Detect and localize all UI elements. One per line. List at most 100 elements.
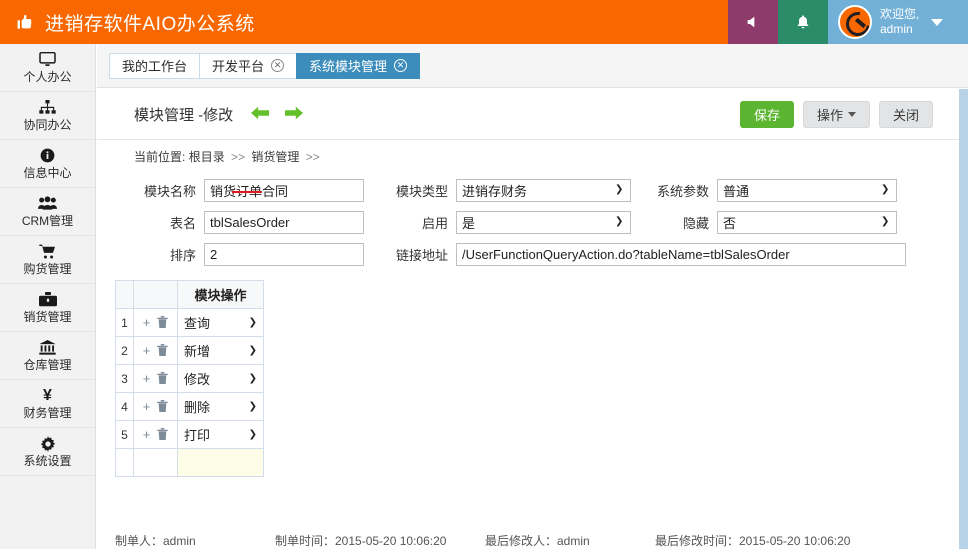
delete-row-icon[interactable] [157,399,168,414]
welcome-line-1: 欢迎您, [880,7,920,21]
operation-select[interactable]: 打印 ❯ [178,421,263,448]
strikethrough-mark [232,190,262,193]
vertical-scrollbar[interactable] [959,89,968,549]
table-row[interactable]: 4 + 删除 ❯ [115,392,264,421]
field-label: 表名 [169,215,196,231]
bell-icon [797,15,809,29]
delete-row-icon[interactable] [157,427,168,442]
operation-select[interactable]: 删除 ❯ [178,393,263,420]
tab-label: 我的工作台 [122,59,188,74]
tab-my-workbench[interactable]: 我的工作台 [109,52,201,79]
user-menu[interactable]: 欢迎您, admin [828,0,968,44]
create-time-text: 制单时间：2015-05-20 10:06:20 [275,534,447,548]
delete-row-icon[interactable] [157,371,168,386]
row-operation-cell[interactable]: 查询 ❯ [177,308,264,337]
add-row-icon[interactable]: + [143,316,151,329]
module-name-input[interactable]: 销货订单合同 [204,178,364,202]
chevron-down-icon[interactable] [931,18,944,26]
operation-select[interactable]: 新增 ❯ [178,337,263,364]
field-table-name: 表名 tblSalesOrder [97,210,364,234]
field-label: 模块名称 [143,183,196,199]
modify-time-text: 最后修改时间：2015-05-20 10:06:20 [655,534,851,548]
row-actions: + [133,392,178,421]
table-row[interactable]: 1 + 查询 ❯ [115,308,264,337]
sidebar-item-personal-office[interactable]: 个人办公 [0,44,95,92]
sidebar-item-collaborative-office[interactable]: 协同办公 [0,92,95,140]
page-title: 模块管理 -修改 [134,106,234,124]
field-label: 模块类型 [395,183,448,199]
column-header-actions [133,280,178,309]
close-icon[interactable]: ✕ [394,59,408,72]
hidden-select[interactable]: 否 ❯ [717,210,897,234]
thumbs-up-icon [14,11,36,33]
record-navigation [251,105,304,123]
table-name-value: tblSalesOrder [210,214,290,230]
add-row-icon[interactable]: + [143,428,151,441]
add-row-icon[interactable]: + [143,344,151,357]
yen-icon: ¥ [43,386,52,404]
form-row-1: 模块名称 销货订单合同 模块类型 进销存财务 ❯ 系统参数 普通 ❯ [97,176,959,204]
operation-value: 修改 [184,372,211,387]
chevron-down-icon: ❯ [248,345,257,356]
row-operation-cell[interactable]: 新增 ❯ [177,336,264,365]
new-operation-cell[interactable] [177,448,264,477]
table-row[interactable]: 3 + 修改 ❯ [115,364,264,393]
add-row-icon[interactable]: + [143,372,151,385]
sidebar-item-info-center[interactable]: 信息中心 [0,140,95,188]
operation-select[interactable]: 查询 ❯ [178,309,263,336]
column-header-index [115,280,134,309]
speaker-icon-button[interactable] [728,0,778,44]
brand-area: 进销存软件AIO办公系统 [0,0,728,44]
table-name-input[interactable]: tblSalesOrder [204,210,364,234]
field-label: 启用 [421,215,448,231]
operation-select[interactable]: 修改 ❯ [178,365,263,392]
tab-system-module-management[interactable]: 系统模块管理 ✕ [296,52,421,79]
notification-bell-button[interactable] [778,0,828,44]
table-row-new-entry[interactable] [115,448,264,477]
chevron-down-icon: ❯ [615,216,624,227]
save-button[interactable]: 保存 [739,100,794,128]
sidebar-item-sales[interactable]: 销货管理 [0,284,95,332]
row-index: 5 [115,420,134,449]
enabled-value: 是 [462,215,476,231]
row-operation-cell[interactable]: 修改 ❯ [177,364,264,393]
module-edit-form: 模块名称 销货订单合同 模块类型 进销存财务 ❯ 系统参数 普通 ❯ 表名 tb… [97,173,959,268]
table-row[interactable]: 2 + 新增 ❯ [115,336,264,365]
sidebar-item-label: 系统设置 [23,453,72,468]
row-actions: + [133,420,178,449]
row-actions: + [133,364,178,393]
tab-bar: 我的工作台 开发平台 ✕ 系统模块管理 ✕ [97,44,968,88]
sort-order-input[interactable]: 2 [204,242,364,266]
arrow-left-icon[interactable] [251,105,270,123]
table-row[interactable]: 5 + 打印 ❯ [115,420,264,449]
breadcrumb-item-sales[interactable]: 销货管理 [251,150,299,164]
row-operation-cell[interactable]: 删除 ❯ [177,392,264,421]
module-type-select[interactable]: 进销存财务 ❯ [456,178,631,202]
tab-dev-platform[interactable]: 开发平台 ✕ [199,52,298,79]
add-row-icon[interactable]: + [143,400,151,413]
row-operation-cell[interactable]: 打印 ❯ [177,420,264,449]
delete-row-icon[interactable] [157,343,168,358]
action-dropdown-button[interactable]: 操作 [802,100,870,128]
delete-row-icon[interactable] [157,315,168,330]
close-icon[interactable]: ✕ [271,59,285,72]
close-button[interactable]: 关闭 [878,100,933,128]
sidebar-item-purchase[interactable]: 购货管理 [0,236,95,284]
arrow-right-icon[interactable] [285,105,304,123]
breadcrumb-prefix: 当前位置: [134,150,186,164]
speaker-icon [747,16,755,28]
system-param-select[interactable]: 普通 ❯ [717,178,897,202]
breadcrumb-item-root[interactable]: 根目录 [189,150,225,164]
sidebar-item-warehouse[interactable]: 仓库管理 [0,332,95,380]
avatar [838,5,872,39]
sidebar-item-settings[interactable]: 系统设置 [0,428,95,476]
enabled-select[interactable]: 是 ❯ [456,210,631,234]
sidebar-item-crm[interactable]: CRM管理 [0,188,95,236]
brand-title: 进销存软件AIO办公系统 [45,13,255,35]
module-operations-table: 模块操作 1 + 查询 ❯ 2 + 新增 ❯ 3 + 修改 ❯ 4 + 删除 ❯… [115,280,264,477]
chevron-down-icon: ❯ [248,429,257,440]
bank-icon [39,339,56,356]
link-url-input[interactable]: /UserFunctionQueryAction.do?tableName=tb… [456,242,906,266]
chevron-down-icon: ❯ [248,317,257,328]
sidebar-item-finance[interactable]: ¥ 财务管理 [0,380,95,428]
